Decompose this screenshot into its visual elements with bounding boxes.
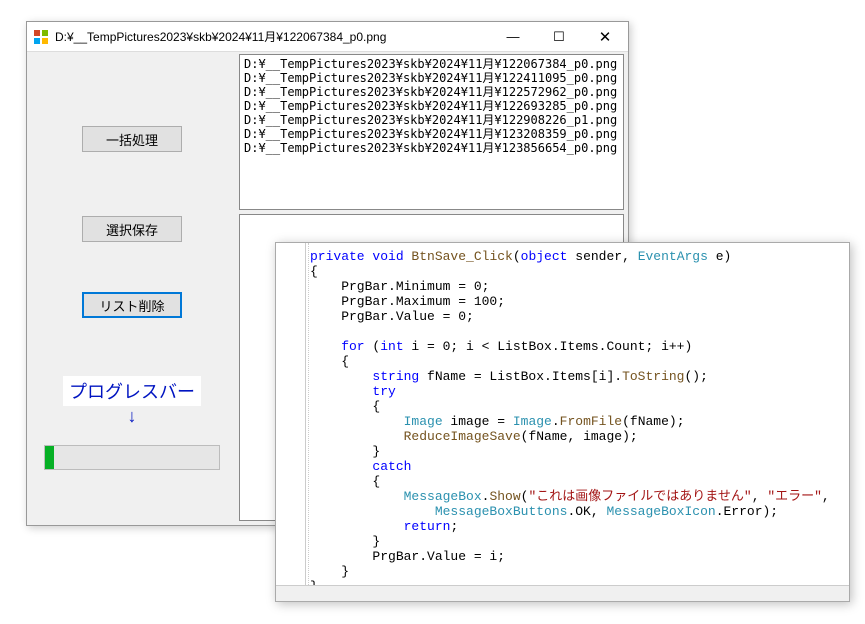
progress-label: プログレスバー [63,376,201,406]
list-item[interactable]: D:¥__TempPictures2023¥skb¥2024¥11月¥12269… [244,99,619,113]
horizontal-scrollbar[interactable] [276,585,849,601]
code-content[interactable]: private void BtnSave_Click(object sender… [306,249,849,601]
maximize-button[interactable]: ☐ [536,22,582,51]
list-item[interactable]: D:¥__TempPictures2023¥skb¥2024¥11月¥12290… [244,113,619,127]
file-listbox[interactable]: D:¥__TempPictures2023¥skb¥2024¥11月¥12206… [239,54,624,210]
list-item[interactable]: D:¥__TempPictures2023¥skb¥2024¥11月¥12241… [244,71,619,85]
window-controls: — ☐ ✕ [490,22,628,51]
code-editor[interactable]: private void BtnSave_Click(object sender… [275,242,850,602]
minimize-button[interactable]: — [490,22,536,51]
app-icon [33,29,49,45]
progress-fill [45,446,54,469]
list-delete-button[interactable]: リスト削除 [82,292,182,318]
list-item[interactable]: D:¥__TempPictures2023¥skb¥2024¥11月¥12257… [244,85,619,99]
close-button[interactable]: ✕ [582,22,628,51]
titlebar[interactable]: D:¥__TempPictures2023¥skb¥2024¥11月¥12206… [27,22,628,52]
list-item[interactable]: D:¥__TempPictures2023¥skb¥2024¥11月¥12385… [244,141,619,155]
left-panel: 一括処理 選択保存 リスト削除 プログレスバー ↓ [27,52,237,525]
list-item[interactable]: D:¥__TempPictures2023¥skb¥2024¥11月¥12320… [244,127,619,141]
code-gutter [276,243,306,601]
batch-button[interactable]: 一括処理 [82,126,182,152]
save-selection-button[interactable]: 選択保存 [82,216,182,242]
list-item[interactable]: D:¥__TempPictures2023¥skb¥2024¥11月¥12206… [244,57,619,71]
window-title: D:¥__TempPictures2023¥skb¥2024¥11月¥12206… [55,28,490,45]
progress-arrow-icon: ↓ [128,406,137,427]
progress-bar [44,445,220,470]
